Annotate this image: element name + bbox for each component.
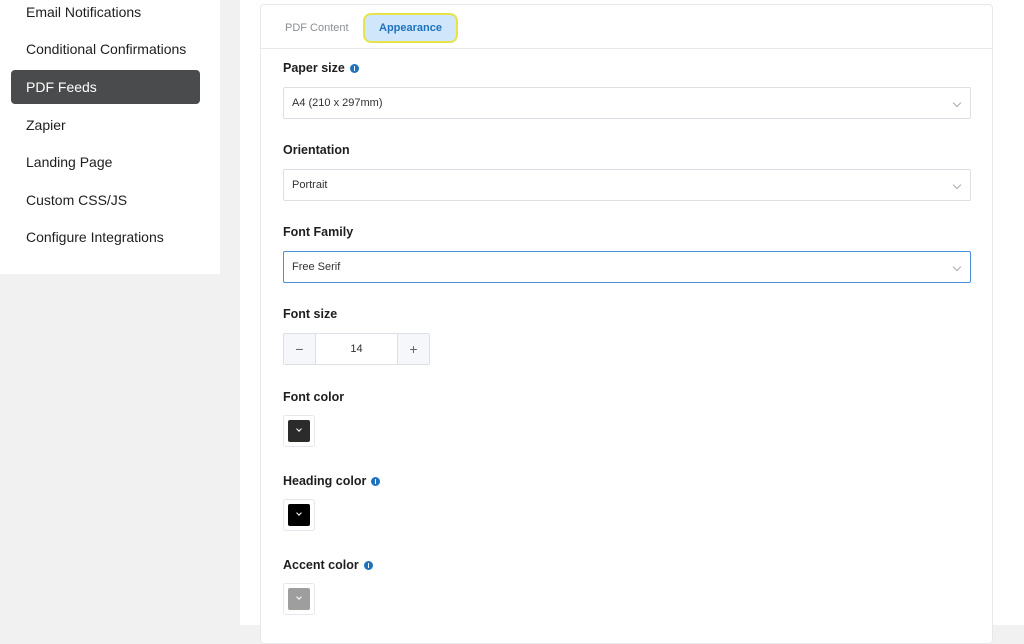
main-panel: PDF Content Appearance Paper size A4 (21… <box>240 0 1024 644</box>
orientation-select[interactable]: Portrait <box>283 169 971 201</box>
settings-tabs: PDF Content Appearance <box>261 5 992 49</box>
sidebar-item-label: Zapier <box>26 117 66 133</box>
chevron-down-icon <box>952 98 962 108</box>
chevron-down-icon <box>296 426 302 432</box>
font-family-select[interactable]: Free Serif <box>283 251 971 283</box>
font-family-label: Font Family <box>283 225 354 239</box>
settings-sidebar: Email Notifications Conditional Confirma… <box>0 0 220 274</box>
accent-color-swatch <box>288 588 310 610</box>
info-icon[interactable] <box>363 560 373 570</box>
sidebar-item-custom-css-js[interactable]: Custom CSS/JS <box>11 183 200 217</box>
tab-pdf-content[interactable]: PDF Content <box>285 13 349 43</box>
tab-appearance[interactable]: Appearance <box>363 13 458 43</box>
info-icon[interactable] <box>371 476 381 486</box>
increment-button[interactable]: + <box>397 334 429 364</box>
heading-color-label: Heading color <box>283 474 381 488</box>
sidebar-item-label: Configure Integrations <box>26 229 164 245</box>
font-size-label: Font size <box>283 307 338 321</box>
font-size-input[interactable]: 14 <box>316 334 397 364</box>
chevron-down-icon <box>952 180 962 190</box>
font-color-picker[interactable] <box>283 415 315 447</box>
accent-color-label: Accent color <box>283 558 373 572</box>
sidebar-item-conditional-confirmations[interactable]: Conditional Confirmations <box>11 32 200 66</box>
sidebar-item-label: Landing Page <box>26 154 113 170</box>
info-icon[interactable] <box>349 63 359 73</box>
font-color-label: Font color <box>283 390 345 404</box>
font-size-stepper: − 14 + <box>283 333 430 365</box>
sidebar-item-email-notifications[interactable]: Email Notifications <box>11 0 200 29</box>
paper-size-label: Paper size <box>283 61 359 75</box>
heading-color-swatch <box>288 504 310 526</box>
decrement-button[interactable]: − <box>284 334 316 364</box>
sidebar-item-label: Email Notifications <box>26 4 142 20</box>
sidebar-item-configure-integrations[interactable]: Configure Integrations <box>11 220 200 254</box>
orientation-label: Orientation <box>283 143 350 157</box>
chevron-down-icon <box>296 594 302 600</box>
pdf-settings-card: PDF Content Appearance Paper size A4 (21… <box>260 4 993 644</box>
sidebar-item-landing-page[interactable]: Landing Page <box>11 145 200 179</box>
chevron-down-icon <box>952 262 962 272</box>
heading-color-picker[interactable] <box>283 499 315 531</box>
paper-size-select[interactable]: A4 (210 x 297mm) <box>283 87 971 119</box>
chevron-down-icon <box>296 510 302 516</box>
sidebar-item-label: PDF Feeds <box>26 79 97 95</box>
sidebar-item-label: Custom CSS/JS <box>26 192 128 208</box>
font-color-swatch <box>288 420 310 442</box>
sidebar-item-zapier[interactable]: Zapier <box>11 108 200 142</box>
sidebar-item-pdf-feeds[interactable]: PDF Feeds <box>11 70 200 104</box>
accent-color-picker[interactable] <box>283 583 315 615</box>
sidebar-item-label: Conditional Confirmations <box>26 41 187 57</box>
